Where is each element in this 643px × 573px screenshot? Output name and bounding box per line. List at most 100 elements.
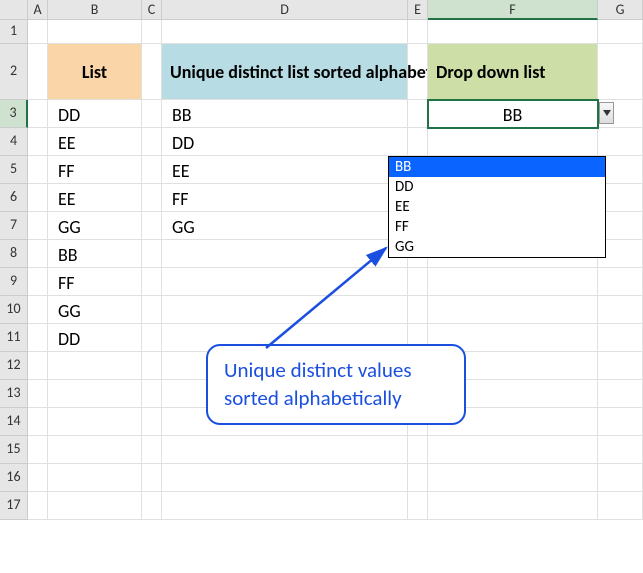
cell-E1[interactable] <box>408 20 428 44</box>
cell-E3[interactable] <box>408 100 428 128</box>
cell-C11[interactable] <box>142 324 162 352</box>
cell-A2[interactable] <box>28 44 48 100</box>
row-header-12[interactable]: 12 <box>0 352 28 380</box>
cell-B5[interactable]: FF <box>48 156 142 184</box>
cell-B12[interactable] <box>48 352 142 380</box>
cell-G11[interactable] <box>598 324 643 352</box>
cell-D17[interactable] <box>162 492 408 520</box>
cell-A16[interactable] <box>28 464 48 492</box>
cell-E9[interactable] <box>408 268 428 296</box>
cell-C6[interactable] <box>142 184 162 212</box>
cell-B17[interactable] <box>48 492 142 520</box>
row-header-8[interactable]: 8 <box>0 240 28 268</box>
col-header-D[interactable]: D <box>162 0 408 20</box>
cell-B9[interactable]: FF <box>48 268 142 296</box>
col-header-G[interactable]: G <box>598 0 643 20</box>
cell-A13[interactable] <box>28 380 48 408</box>
row-header-1[interactable]: 1 <box>0 20 28 44</box>
cell-B11[interactable]: DD <box>48 324 142 352</box>
cell-D8[interactable] <box>162 240 408 268</box>
cell-G15[interactable] <box>598 436 643 464</box>
cell-C12[interactable] <box>142 352 162 380</box>
cell-D16[interactable] <box>162 464 408 492</box>
cell-C2[interactable] <box>142 44 162 100</box>
cell-D7[interactable]: GG <box>162 212 408 240</box>
cell-B4[interactable]: EE <box>48 128 142 156</box>
cell-C17[interactable] <box>142 492 162 520</box>
cell-G17[interactable] <box>598 492 643 520</box>
cell-B14[interactable] <box>48 408 142 436</box>
cell-G13[interactable] <box>598 380 643 408</box>
cell-G9[interactable] <box>598 268 643 296</box>
cell-F2[interactable]: Drop down list <box>428 44 598 100</box>
dropdown-option[interactable]: DD <box>389 177 605 197</box>
cell-D1[interactable] <box>162 20 408 44</box>
cell-B13[interactable] <box>48 380 142 408</box>
row-header-9[interactable]: 9 <box>0 268 28 296</box>
row-header-14[interactable]: 14 <box>0 408 28 436</box>
cell-A17[interactable] <box>28 492 48 520</box>
col-header-C[interactable]: C <box>142 0 162 20</box>
cell-G2[interactable] <box>598 44 643 100</box>
dropdown-option[interactable]: EE <box>389 197 605 217</box>
cell-D15[interactable] <box>162 436 408 464</box>
row-header-10[interactable]: 10 <box>0 296 28 324</box>
cell-F9[interactable] <box>428 268 598 296</box>
cell-C8[interactable] <box>142 240 162 268</box>
cell-G1[interactable] <box>598 20 643 44</box>
cell-D4[interactable]: DD <box>162 128 408 156</box>
cell-B7[interactable]: GG <box>48 212 142 240</box>
cell-C5[interactable] <box>142 156 162 184</box>
cell-C4[interactable] <box>142 128 162 156</box>
cell-A10[interactable] <box>28 296 48 324</box>
col-header-B[interactable]: B <box>48 0 142 20</box>
dropdown-option[interactable]: GG <box>389 237 605 257</box>
cell-G4[interactable] <box>598 128 643 156</box>
row-header-6[interactable]: 6 <box>0 184 28 212</box>
cell-G10[interactable] <box>598 296 643 324</box>
cell-E16[interactable] <box>408 464 428 492</box>
cell-A7[interactable] <box>28 212 48 240</box>
cell-E10[interactable] <box>408 296 428 324</box>
cell-A5[interactable] <box>28 156 48 184</box>
row-header-2[interactable]: 2 <box>0 44 28 100</box>
cell-A3[interactable] <box>28 100 48 128</box>
row-header-5[interactable]: 5 <box>0 156 28 184</box>
col-header-A[interactable]: A <box>28 0 48 20</box>
cell-A15[interactable] <box>28 436 48 464</box>
cell-B1[interactable] <box>48 20 142 44</box>
cell-D3[interactable]: BB <box>162 100 408 128</box>
cell-D10[interactable] <box>162 296 408 324</box>
dropdown-list[interactable]: BBDDEEFFGG <box>388 156 606 258</box>
cell-A11[interactable] <box>28 324 48 352</box>
row-header-11[interactable]: 11 <box>0 324 28 352</box>
col-header-F[interactable]: F <box>428 0 598 20</box>
row-header-13[interactable]: 13 <box>0 380 28 408</box>
cell-E15[interactable] <box>408 436 428 464</box>
cell-F4[interactable] <box>428 128 598 156</box>
cell-D2[interactable]: Unique distinct list sorted alphabetical… <box>162 44 408 100</box>
cell-A6[interactable] <box>28 184 48 212</box>
cell-E4[interactable] <box>408 128 428 156</box>
cell-C14[interactable] <box>142 408 162 436</box>
cell-G16[interactable] <box>598 464 643 492</box>
dropdown-option[interactable]: BB <box>389 157 605 177</box>
cell-F1[interactable] <box>428 20 598 44</box>
row-header-7[interactable]: 7 <box>0 212 28 240</box>
cell-C10[interactable] <box>142 296 162 324</box>
cell-G12[interactable] <box>598 352 643 380</box>
cell-B10[interactable]: GG <box>48 296 142 324</box>
cell-B15[interactable] <box>48 436 142 464</box>
col-header-E[interactable]: E <box>408 0 428 20</box>
cell-C16[interactable] <box>142 464 162 492</box>
dropdown-option[interactable]: FF <box>389 217 605 237</box>
row-header-17[interactable]: 17 <box>0 492 28 520</box>
cell-B6[interactable]: EE <box>48 184 142 212</box>
cell-B8[interactable]: BB <box>48 240 142 268</box>
row-header-3[interactable]: 3 <box>0 100 28 128</box>
cell-D9[interactable] <box>162 268 408 296</box>
cell-C15[interactable] <box>142 436 162 464</box>
dropdown-button[interactable] <box>599 102 614 124</box>
cell-A4[interactable] <box>28 128 48 156</box>
cell-D6[interactable]: FF <box>162 184 408 212</box>
